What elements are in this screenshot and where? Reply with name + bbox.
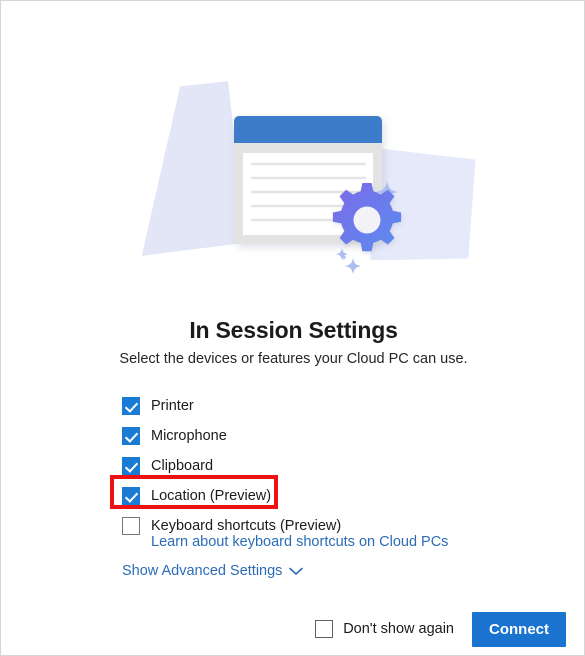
option-row-microphone[interactable]: Microphone (122, 421, 522, 451)
show-advanced-settings-toggle[interactable]: Show Advanced Settings (122, 563, 304, 579)
checkbox-dont-show-again[interactable] (315, 620, 334, 638)
option-label-location: Location (Preview) (151, 488, 272, 504)
option-row-clipboard[interactable]: Clipboard (122, 451, 522, 481)
checkbox-printer[interactable] (122, 397, 140, 415)
option-label-microphone: Microphone (151, 428, 227, 444)
gear-icon (332, 183, 402, 252)
chevron-down-icon (289, 567, 304, 576)
dont-show-again-row[interactable]: Don't show again (315, 620, 454, 638)
option-label-clipboard: Clipboard (151, 458, 214, 474)
checkbox-location[interactable] (122, 487, 140, 505)
checkbox-clipboard[interactable] (122, 457, 140, 475)
dont-show-again-label: Don't show again (343, 621, 454, 637)
connect-button[interactable]: Connect (472, 611, 566, 647)
page-title: In Session Settings (189, 317, 398, 343)
in-session-settings-dialog: In Session Settings Select the devices o… (0, 0, 585, 656)
page-subtitle: Select the devices or features your Clou… (119, 351, 468, 367)
checkbox-microphone[interactable] (122, 427, 140, 445)
option-row-location[interactable]: Location (Preview) (122, 481, 522, 511)
link-learn-keyboard-shortcuts[interactable]: Learn about keyboard shortcuts on Cloud … (151, 534, 448, 550)
checkbox-keyboard-shortcuts[interactable] (122, 517, 140, 535)
option-row-printer[interactable]: Printer (122, 391, 522, 421)
option-label-printer: Printer (151, 398, 194, 414)
show-advanced-settings-label: Show Advanced Settings (122, 563, 283, 579)
option-label-keyboard-shortcuts: Keyboard shortcuts (Preview) (151, 518, 342, 534)
session-settings-illustration (1, 1, 584, 291)
device-options-list: Printer Microphone Clipboard Location (P… (122, 391, 522, 541)
dialog-footer: Don't show again Connect (1, 601, 584, 655)
